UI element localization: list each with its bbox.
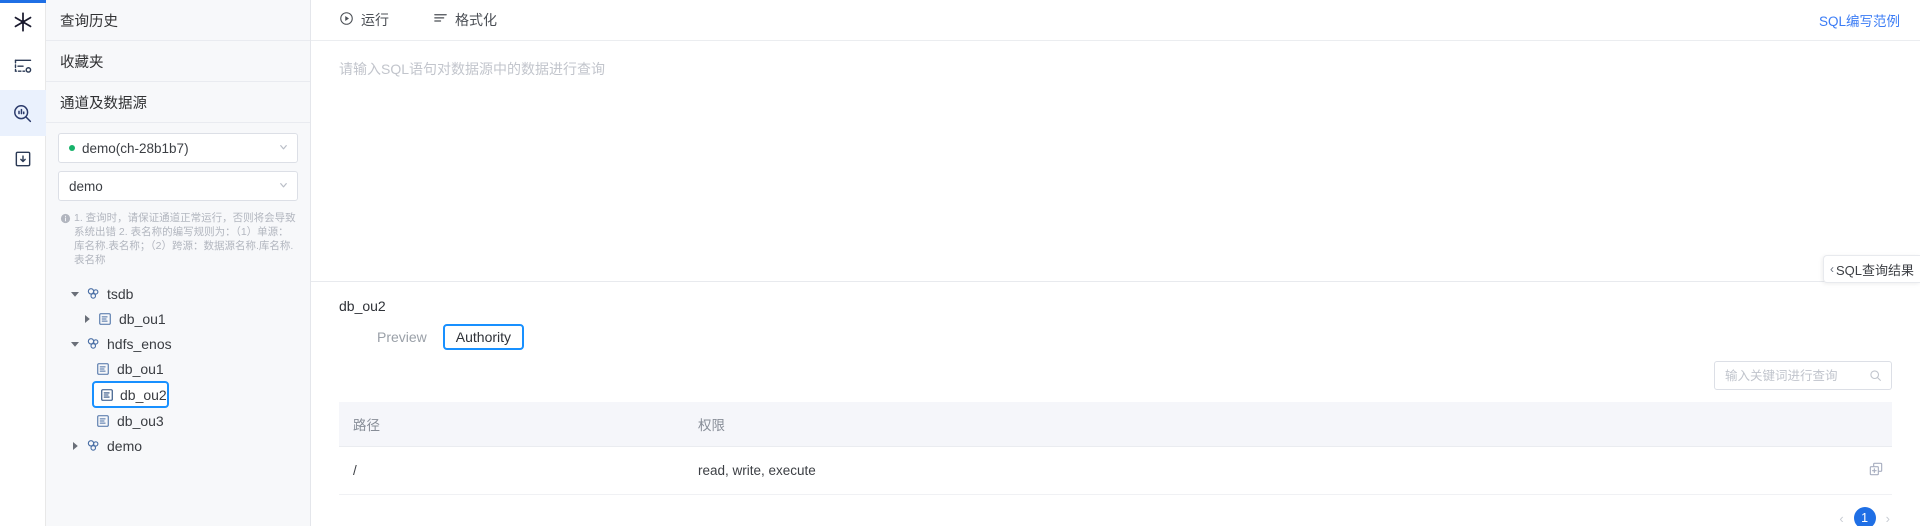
run-button[interactable]: 运行	[339, 10, 389, 30]
tree-node-hdfs_enos[interactable]: hdfs_enos	[66, 331, 298, 356]
usage-hint: 1. 查询时，请保证通道正常运行，否则将会导致系统出错 2. 表名称的编写规则为…	[58, 209, 298, 267]
database-icon	[96, 312, 114, 326]
tree-node-tsdb[interactable]: tsdb	[66, 281, 298, 306]
datasource-icon	[84, 438, 102, 453]
icon-rail	[0, 0, 46, 526]
database-icon	[94, 414, 112, 428]
authority-table: 路径 权限 / read, write, execute	[339, 402, 1892, 495]
favorites-item[interactable]: 收藏夹	[46, 41, 310, 82]
tree-node-hdfs_enos-db_ou3[interactable]: db_ou3	[66, 408, 298, 433]
column-header-action	[1832, 402, 1892, 447]
sql-result-drawer-label: SQL查询结果	[1835, 262, 1914, 278]
usage-hint-text: 1. 查询时，请保证通道正常运行，否则将会导致系统出错 2. 表名称的编写规则为…	[74, 212, 296, 266]
tab-authority[interactable]: Authority	[442, 324, 525, 350]
left-panel: 查询历史 收藏夹 通道及数据源 demo(ch-28b1b7) demo 1. …	[46, 0, 311, 526]
pagination-prev-button[interactable]: ‹	[1839, 511, 1843, 526]
database-icon	[98, 388, 116, 402]
column-header-path: 路径	[339, 402, 684, 447]
channel-datasource-label: 通道及数据源	[60, 95, 147, 112]
chevron-down-icon	[278, 141, 289, 156]
tree-node-label: tsdb	[107, 285, 134, 302]
tree-node-hdfs_enos-db_ou2[interactable]: db_ou2	[92, 381, 169, 408]
chevron-down-icon	[278, 179, 289, 194]
chevron-right-icon[interactable]	[66, 441, 84, 450]
results-tabs: Preview Authority	[339, 324, 1892, 350]
query-history-item[interactable]: 查询历史	[46, 0, 310, 41]
database-select[interactable]: demo	[58, 171, 298, 201]
tree-node-label: demo	[107, 437, 143, 454]
chevron-left-icon: ‹	[1829, 262, 1834, 276]
left-panel-body: demo(ch-28b1b7) demo 1. 查询时，请保证通道正常运行，否则…	[46, 123, 310, 458]
channel-status-dot	[69, 145, 75, 151]
tree-node-demo[interactable]: demo	[66, 433, 298, 458]
cell-permission: read, write, execute	[684, 446, 1832, 495]
rail-accent-bar	[0, 0, 46, 3]
table-header: 路径 权限	[339, 402, 1892, 447]
datasource-icon	[84, 286, 102, 301]
tab-preview[interactable]: Preview	[367, 325, 437, 349]
datasource-tree: tsdb db_ou1 hdfs_enos db_ou1 db_ou2 db_o…	[58, 267, 298, 458]
run-button-label: 运行	[361, 12, 389, 28]
pagination: ‹ 1 ›	[339, 507, 1892, 526]
format-button-label: 格式化	[455, 12, 497, 28]
tree-node-label: db_ou2	[120, 386, 167, 403]
dashboard-icon[interactable]	[0, 44, 46, 90]
copy-icon[interactable]	[1868, 461, 1884, 477]
search-icon[interactable]	[1869, 369, 1883, 382]
tree-node-label: hdfs_enos	[107, 335, 172, 352]
search-row	[339, 361, 1892, 390]
save-disk-icon[interactable]	[0, 136, 46, 182]
channel-datasource-section-header: 通道及数据源	[46, 82, 310, 123]
tree-node-tsdb-db_ou1[interactable]: db_ou1	[66, 306, 298, 331]
keyword-search-box[interactable]	[1714, 361, 1892, 390]
database-select-value: demo	[69, 178, 103, 194]
sql-editor-placeholder: 请输入SQL语句对数据源中的数据进行查询	[339, 61, 606, 77]
favorites-label: 收藏夹	[60, 54, 104, 71]
search-input[interactable]	[1725, 368, 1869, 383]
sql-editor[interactable]: 请输入SQL语句对数据源中的数据进行查询	[311, 41, 1920, 282]
main-area: 运行 格式化 SQL编写范例 请输入SQL语句对数据源中的数据进行查询 db_o…	[311, 0, 1920, 526]
table-body: / read, write, execute	[339, 446, 1892, 495]
results-title: db_ou2	[339, 298, 386, 314]
database-icon	[94, 362, 112, 376]
pagination-page-1[interactable]: 1	[1853, 507, 1876, 526]
cell-path: /	[339, 446, 684, 495]
play-circle-icon	[339, 11, 354, 29]
format-button[interactable]: 格式化	[433, 10, 497, 30]
tree-node-hdfs_enos-db_ou1[interactable]: db_ou1	[66, 356, 298, 381]
results-panel: db_ou2 Preview Authority 输入关键词进行查询 路径 权限…	[311, 282, 1920, 526]
snowflake-logo-icon[interactable]	[0, 0, 46, 44]
query-search-icon[interactable]	[0, 90, 46, 136]
datasource-icon	[84, 336, 102, 351]
table-row: / read, write, execute	[339, 446, 1892, 495]
tree-node-label: db_ou1	[119, 310, 166, 327]
chevron-right-icon[interactable]	[78, 314, 96, 323]
chevron-down-icon[interactable]	[66, 290, 84, 298]
sql-example-link[interactable]: SQL编写范例	[1819, 10, 1900, 30]
table-header-row: 路径 权限	[339, 402, 1892, 447]
info-circle-icon	[60, 213, 71, 268]
sql-result-drawer-handle[interactable]: ‹ SQL查询结果	[1822, 255, 1920, 283]
channel-select[interactable]: demo(ch-28b1b7)	[58, 133, 298, 163]
tree-node-label: db_ou3	[117, 412, 164, 429]
tree-node-label: db_ou1	[117, 360, 164, 377]
chevron-down-icon[interactable]	[66, 340, 84, 348]
format-lines-icon	[433, 11, 448, 29]
column-header-permission: 权限	[684, 402, 1832, 447]
cell-action	[1832, 446, 1892, 495]
editor-toolbar: 运行 格式化 SQL编写范例	[311, 0, 1920, 41]
pagination-next-button[interactable]: ›	[1886, 511, 1890, 526]
query-history-label: 查询历史	[60, 13, 118, 30]
app-root: 查询历史 收藏夹 通道及数据源 demo(ch-28b1b7) demo 1. …	[0, 0, 1920, 526]
channel-select-value: demo(ch-28b1b7)	[82, 140, 189, 156]
